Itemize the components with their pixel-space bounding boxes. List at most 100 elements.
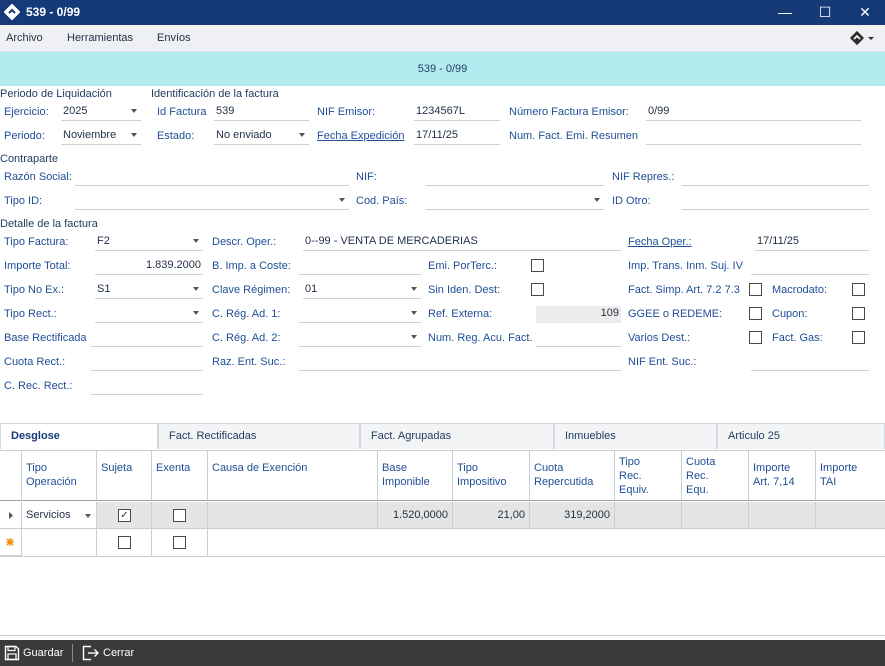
col-importe-art714[interactable]: Importe Art. 7,14 — [749, 451, 816, 501]
tipo-factura-value: F2 — [97, 235, 110, 247]
nif-emisor-field[interactable]: 1234567L — [414, 104, 500, 121]
menu-archivo[interactable]: Archivo — [6, 32, 43, 44]
menu-envios[interactable]: Envíos — [157, 32, 191, 44]
fact-simp-checkbox[interactable] — [749, 283, 762, 296]
col-cuota-rec-equ[interactable]: Cuota Rec. Equ. — [682, 451, 749, 501]
logo-dropdown-icon[interactable] — [849, 31, 875, 47]
base-rect-label: Base Rectificada — [4, 332, 87, 344]
new-cell-tipo-operacion[interactable] — [22, 529, 97, 556]
fact-gas-checkbox[interactable] — [852, 331, 865, 344]
col-tipo-impositivo[interactable]: Tipo Impositivo — [453, 451, 530, 501]
col-causa-exencion[interactable]: Causa de Exención — [208, 451, 378, 501]
col-cuota-repercutida[interactable]: Cuota Repercutida — [530, 451, 615, 501]
col-tipo-operacion[interactable]: Tipo Operación — [22, 451, 97, 501]
macrodato-checkbox[interactable] — [852, 283, 865, 296]
imp-trans-field[interactable] — [751, 258, 869, 275]
importe-total-field[interactable]: 1.839.2000 — [95, 258, 203, 275]
tab-inmuebles[interactable]: Inmuebles — [554, 423, 717, 449]
maximize-button[interactable]: ☐ — [805, 0, 845, 25]
chevron-down-icon — [411, 287, 417, 291]
cod-pais-select[interactable] — [426, 193, 604, 210]
num-resumen-field[interactable] — [646, 128, 861, 145]
cell-tipo-rec-equiv[interactable] — [615, 502, 682, 529]
b-imp-coste-field[interactable] — [299, 258, 421, 275]
cell-importe-art714[interactable] — [749, 502, 816, 529]
exenta-checkbox[interactable] — [173, 509, 186, 522]
id-otro-field[interactable] — [682, 193, 869, 210]
cell-sujeta: ✓ — [97, 502, 152, 529]
cell-causa-exencion[interactable] — [208, 502, 378, 529]
fecha-oper-link[interactable]: Fecha Oper.: — [628, 236, 692, 248]
chevron-down-icon — [299, 133, 305, 137]
c-rec-rect-field[interactable] — [91, 378, 203, 395]
razon-social-field[interactable] — [75, 169, 349, 186]
col-sujeta[interactable]: Sujeta — [97, 451, 152, 501]
cell-exenta — [152, 502, 208, 529]
descr-oper-field[interactable]: 0--99 - VENTA DE MERCADERIAS — [303, 234, 621, 251]
section-detalle: Detalle de la factura — [0, 218, 98, 230]
nif-repres-field[interactable] — [682, 169, 869, 186]
num-factura-label: Número Factura Emisor: — [509, 106, 629, 118]
col-base-imponible[interactable]: Base Imponible — [378, 451, 453, 501]
cell-cuota-repercutida[interactable]: 319,2000 — [530, 502, 615, 529]
tab-fact-rectificadas[interactable]: Fact. Rectificadas — [158, 423, 360, 449]
clave-regimen-label: Clave Régimen: — [212, 284, 291, 296]
table-row[interactable]: Servicios ✓ 1.520,0000 21,00 319,2000 — [0, 502, 885, 529]
tipo-no-ex-select[interactable]: S1 — [95, 282, 203, 299]
c-reg-ad1-label: C. Rég. Ad. 1: — [212, 308, 281, 320]
row-selector[interactable] — [0, 502, 22, 529]
num-reg-acu-label: Num. Reg. Acu. Fact. — [428, 332, 533, 344]
cell-importe-tai[interactable] — [816, 502, 885, 529]
menu-herramientas[interactable]: Herramientas — [67, 32, 133, 44]
minimize-button[interactable]: — — [765, 0, 805, 25]
num-reg-acu-field[interactable] — [536, 330, 621, 347]
c-reg-ad1-select[interactable] — [299, 306, 421, 323]
tab-desglose[interactable]: Desglose — [0, 423, 158, 449]
ref-externa-field[interactable]: 109 — [536, 306, 621, 323]
sin-iden-checkbox[interactable] — [531, 283, 544, 296]
chevron-down-icon — [339, 198, 345, 202]
cell-cuota-rec-equ[interactable] — [682, 502, 749, 529]
periodo-label: Periodo: — [4, 130, 45, 142]
close-button[interactable]: ✕ — [845, 0, 885, 25]
tipo-id-select[interactable] — [75, 193, 349, 210]
cell-tipo-operacion[interactable]: Servicios — [22, 502, 97, 529]
sujeta-checkbox[interactable]: ✓ — [118, 509, 131, 522]
tipo-rect-select[interactable] — [95, 306, 203, 323]
c-reg-ad2-select[interactable] — [299, 330, 421, 347]
col-tipo-rec-equiv[interactable]: Tipo Rec. Equiv. — [615, 451, 682, 501]
estado-label: Estado: — [157, 130, 195, 142]
ggee-checkbox[interactable] — [749, 307, 762, 320]
ref-externa-label: Ref. Externa: — [428, 308, 493, 320]
fact-simp-label: Fact. Simp. Art. 7.2 7.3 — [628, 284, 740, 296]
col-importe-tai[interactable]: Importe TAI — [816, 451, 885, 501]
new-exenta-checkbox[interactable] — [173, 536, 186, 549]
ejercicio-select[interactable]: 2025 — [61, 104, 141, 121]
tab-fact-agrupadas[interactable]: Fact. Agrupadas — [360, 423, 554, 449]
nif-ent-suc-field[interactable] — [751, 354, 869, 371]
new-row[interactable] — [0, 529, 885, 556]
id-factura-field[interactable]: 539 — [214, 104, 309, 121]
fecha-expedicion-field[interactable]: 17/11/25 — [414, 128, 500, 145]
num-factura-field[interactable]: 0/99 — [646, 104, 861, 121]
tipo-factura-select[interactable]: F2 — [95, 234, 203, 251]
save-label: Guardar — [23, 647, 64, 659]
cupon-checkbox[interactable] — [852, 307, 865, 320]
varios-dest-checkbox[interactable] — [749, 331, 762, 344]
fecha-oper-field[interactable]: 17/11/25 — [755, 234, 869, 251]
raz-ent-suc-field[interactable] — [299, 354, 621, 371]
cell-base-imponible[interactable]: 1.520,0000 — [378, 502, 453, 529]
nif-field[interactable] — [426, 169, 604, 186]
base-rect-field[interactable] — [91, 330, 203, 347]
new-sujeta-checkbox[interactable] — [118, 536, 131, 549]
cell-tipo-impositivo[interactable]: 21,00 — [453, 502, 530, 529]
col-exenta[interactable]: Exenta — [152, 451, 208, 501]
estado-select[interactable]: No enviado — [214, 128, 309, 145]
new-row-selector[interactable] — [0, 529, 22, 556]
emi-porterc-checkbox[interactable] — [531, 259, 544, 272]
clave-regimen-select[interactable]: 01 — [303, 282, 421, 299]
tab-articulo-25[interactable]: Articulo 25 — [717, 423, 885, 449]
cuota-rect-field[interactable] — [91, 354, 203, 371]
periodo-select[interactable]: Noviembre — [61, 128, 141, 145]
fecha-expedicion-link[interactable]: Fecha Expedición — [317, 130, 404, 142]
